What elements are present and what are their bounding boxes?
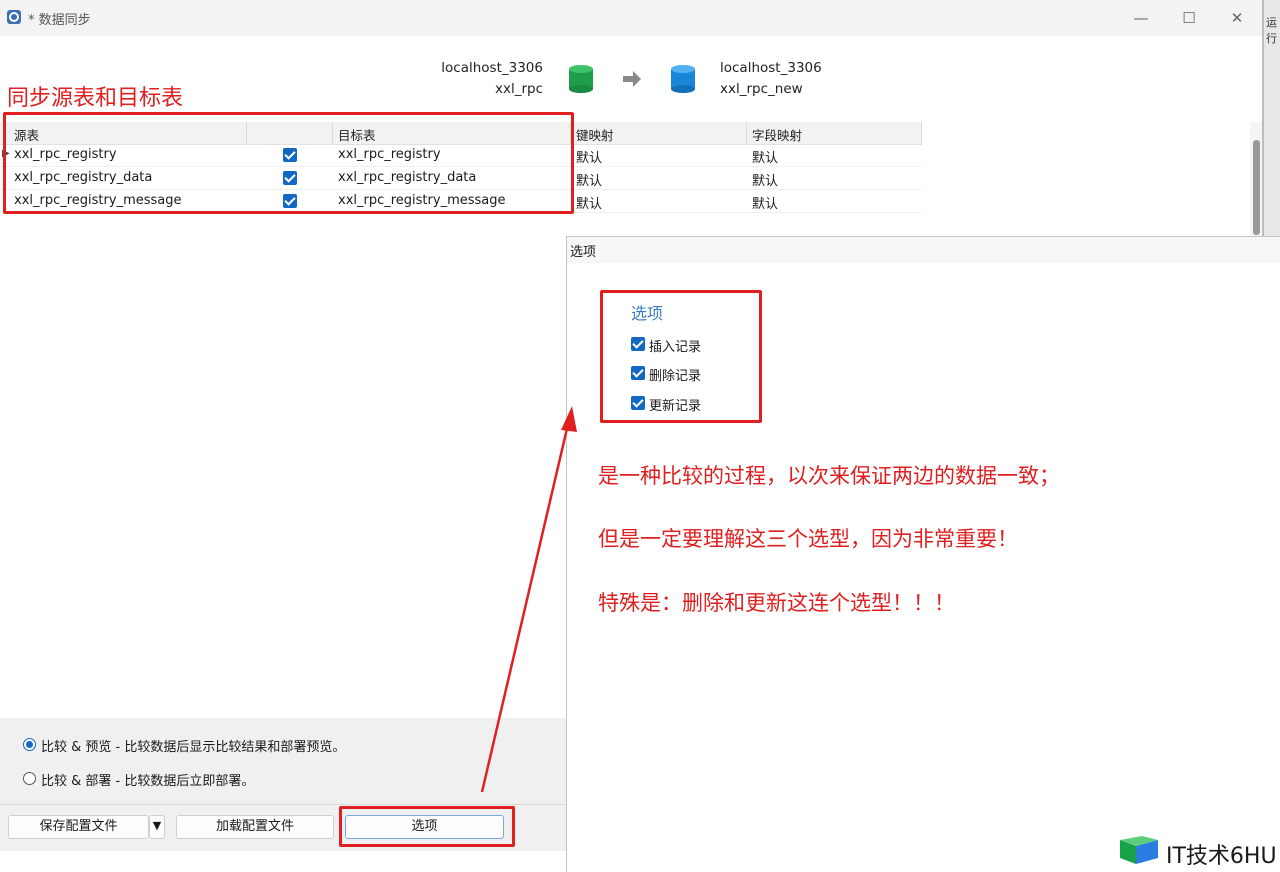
- source-host: localhost_3306: [441, 60, 543, 76]
- source-database-icon: [569, 65, 593, 93]
- minimize-button[interactable]: —: [1118, 6, 1164, 30]
- annotation-options-box: [600, 290, 762, 423]
- target-database-icon: [671, 65, 695, 93]
- row-field-map[interactable]: 默认: [752, 170, 778, 189]
- header-key-map[interactable]: 键映射: [576, 125, 614, 144]
- row-key-map[interactable]: 默认: [576, 193, 602, 212]
- load-config-button[interactable]: 加载配置文件: [176, 815, 334, 839]
- save-config-dropdown[interactable]: ▼: [149, 815, 165, 839]
- annotation-line-3: 特殊是：删除和更新这连个选型！！！: [598, 591, 955, 615]
- compare-deploy-label[interactable]: 比较 & 部署 - 比较数据后立即部署。: [41, 770, 254, 789]
- compare-deploy-radio[interactable]: [23, 772, 36, 785]
- row-field-map[interactable]: 默认: [752, 147, 778, 166]
- annotation-table-box: [3, 112, 574, 214]
- watermark-text: IT技术6HU: [1166, 844, 1277, 869]
- maximize-button[interactable]: ☐: [1166, 6, 1212, 30]
- app-icon: [7, 10, 21, 24]
- row-key-map[interactable]: 默认: [576, 170, 602, 189]
- target-host: localhost_3306: [720, 60, 822, 76]
- arrow-right-icon: [623, 71, 641, 87]
- window-title: * 数据同步: [28, 13, 91, 28]
- annotation-options-button-box: [339, 806, 515, 847]
- scrollbar-thumb[interactable]: [1253, 140, 1260, 235]
- chevron-down-icon: ▼: [152, 819, 162, 832]
- watermark-logo-icon: [1120, 836, 1158, 864]
- annotation-table-note: 同步源表和目标表: [7, 86, 184, 111]
- annotation-line-1: 是一种比较的过程，以次来保证两边的数据一致；: [598, 464, 1060, 488]
- close-button[interactable]: ✕: [1214, 6, 1260, 30]
- annotation-arrow: [480, 406, 577, 793]
- target-db: xxl_rpc_new: [720, 81, 803, 97]
- compare-preview-radio[interactable]: [23, 738, 36, 751]
- row-key-map[interactable]: 默认: [576, 147, 602, 166]
- row-field-map[interactable]: 默认: [752, 193, 778, 212]
- target-connection: localhost_3306 xxl_rpc_new: [720, 58, 880, 100]
- header-field-map[interactable]: 字段映射: [752, 125, 802, 144]
- source-db: xxl_rpc: [494, 81, 543, 97]
- save-config-button[interactable]: 保存配置文件: [8, 815, 149, 839]
- background-window-text: 运行: [1266, 16, 1277, 45]
- source-connection: localhost_3306 xxl_rpc: [400, 58, 543, 100]
- title-bar: [0, 0, 1262, 36]
- annotation-line-2: 但是一定要理解这三个选型，因为非常重要！: [598, 527, 1018, 551]
- options-dialog-title: 选项: [570, 245, 597, 260]
- options-dialog-titlebar: [567, 237, 1280, 263]
- compare-preview-label[interactable]: 比较 & 预览 - 比较数据后显示比较结果和部署预览。: [41, 736, 345, 755]
